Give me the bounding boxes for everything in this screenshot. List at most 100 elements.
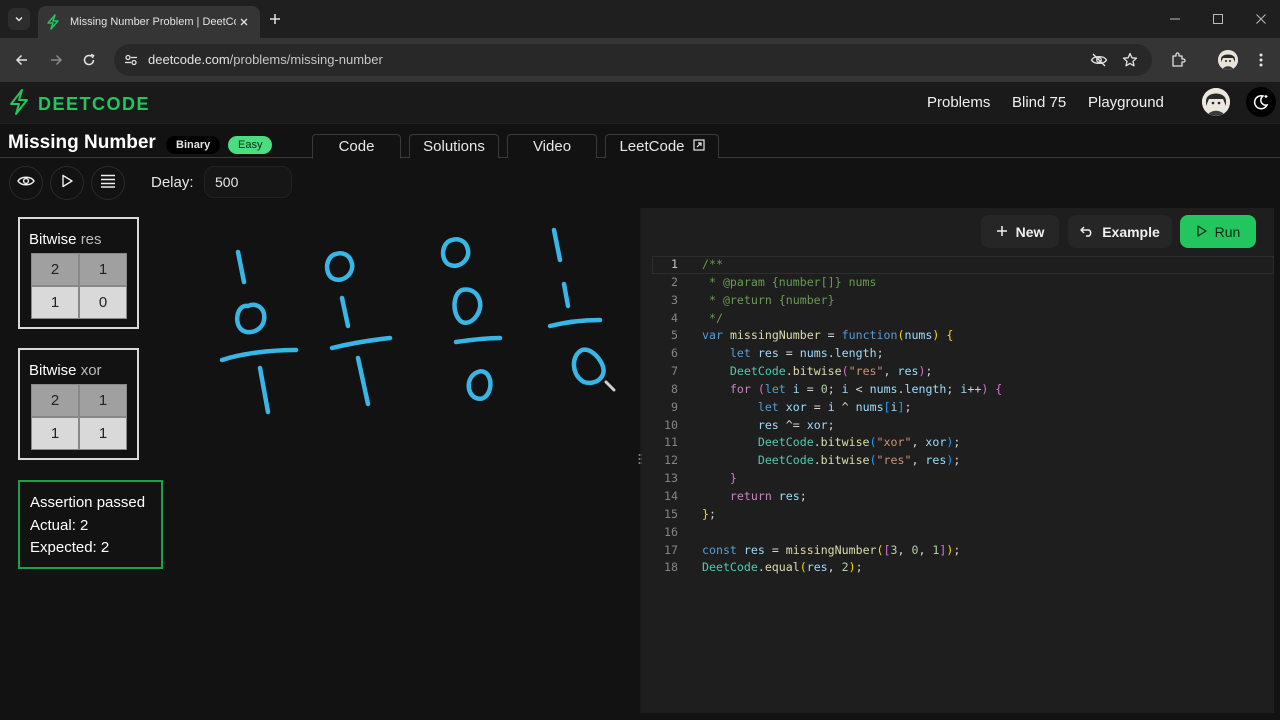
new-tab-icon[interactable] bbox=[266, 10, 284, 28]
line-number: 16 bbox=[664, 524, 678, 539]
code-token: ; bbox=[855, 560, 863, 575]
code-token: ; bbox=[827, 381, 842, 396]
nav-link-problems[interactable]: Problems bbox=[927, 94, 990, 111]
line-number: 3 bbox=[671, 292, 678, 307]
browser-tab[interactable]: Missing Number Problem | DeetCode bbox=[38, 6, 260, 38]
line-number: 4 bbox=[671, 310, 678, 325]
bolt-icon bbox=[46, 14, 62, 30]
tab-search-icon[interactable] bbox=[8, 8, 30, 30]
code-token: = bbox=[806, 399, 828, 414]
plus-icon bbox=[996, 224, 1008, 240]
site-info-icon[interactable] bbox=[122, 51, 140, 69]
bit-cell: 2 bbox=[31, 253, 79, 286]
minimize-icon[interactable] bbox=[1166, 10, 1184, 28]
code-line: 7 DeetCode. bitwise("res", res); bbox=[652, 363, 1002, 381]
code-token: "res" bbox=[848, 364, 884, 379]
new-button[interactable]: New bbox=[981, 215, 1059, 248]
bit-cell: 1 bbox=[79, 417, 127, 450]
code-token: ; bbox=[708, 506, 716, 521]
code-line: 17 const res = missingNumber([3, 0, 1]); bbox=[652, 542, 1002, 560]
forward-icon[interactable] bbox=[45, 49, 67, 71]
line-number: 6 bbox=[671, 346, 678, 361]
code-token: xor bbox=[785, 399, 807, 414]
code-token: i bbox=[792, 381, 800, 396]
tab-title: Missing Number Problem | DeetCode bbox=[70, 16, 236, 28]
more-menu-icon[interactable] bbox=[1250, 49, 1272, 71]
code-token: , bbox=[827, 560, 842, 575]
code-token: ; bbox=[904, 399, 912, 414]
example-button[interactable]: Example bbox=[1068, 215, 1172, 248]
undo-icon bbox=[1080, 224, 1094, 240]
bitwise-card-res: Bitwise res 2 1 1 0 bbox=[18, 217, 139, 329]
close-icon[interactable] bbox=[236, 14, 252, 30]
line-number: 11 bbox=[664, 435, 678, 450]
difficulty-badge: Easy bbox=[228, 136, 273, 154]
code-token: bitwise bbox=[792, 364, 842, 379]
code-token: ) bbox=[848, 560, 856, 575]
nav-link-blind-75[interactable]: Blind 75 bbox=[1012, 94, 1066, 111]
code-token: res bbox=[897, 364, 919, 379]
reload-icon[interactable] bbox=[78, 49, 100, 71]
window-close-icon[interactable] bbox=[1252, 10, 1270, 28]
run-button[interactable]: Run bbox=[1180, 215, 1256, 248]
code-token: "xor" bbox=[876, 435, 912, 450]
delay-input[interactable] bbox=[204, 166, 292, 198]
tab-solutions[interactable]: Solutions bbox=[409, 134, 499, 158]
assertion-expected: Expected: 2 bbox=[30, 539, 110, 556]
tab-leetcode[interactable]: LeetCode bbox=[605, 134, 719, 158]
visibility-toggle-button[interactable] bbox=[9, 166, 43, 200]
line-number: 5 bbox=[671, 328, 678, 343]
bit-cell: 1 bbox=[79, 384, 127, 417]
code-token: 1 bbox=[932, 542, 940, 557]
code-token: , bbox=[883, 364, 898, 379]
code-token: } bbox=[702, 506, 709, 521]
example-button-label: Example bbox=[1102, 223, 1160, 240]
code-token: . bbox=[785, 364, 793, 379]
code-token: * @param {number[]} nums bbox=[702, 274, 877, 289]
star-icon[interactable] bbox=[1121, 51, 1139, 69]
code-token: ; bbox=[876, 346, 884, 361]
assertion-card: Assertion passed Actual: 2 Expected: 2 bbox=[18, 480, 163, 569]
tab-code[interactable]: Code bbox=[312, 134, 401, 159]
extensions-icon[interactable] bbox=[1167, 49, 1189, 71]
code-token: for bbox=[729, 381, 751, 396]
tag-badge[interactable]: Binary bbox=[166, 136, 221, 154]
eye-off-icon[interactable] bbox=[1090, 51, 1108, 69]
bitwise-card-title: Bitwise xor bbox=[29, 362, 102, 379]
site-logo[interactable]: DEETCODE bbox=[8, 88, 150, 121]
code-token: DeetCode bbox=[702, 560, 758, 575]
code-token: function bbox=[841, 328, 898, 343]
play-button[interactable] bbox=[50, 166, 84, 200]
assertion-actual: Actual: 2 bbox=[30, 516, 89, 534]
line-number: 2 bbox=[671, 274, 678, 289]
code-token: 0 bbox=[911, 542, 919, 557]
code-editor[interactable]: 1 /** 2 * @param {number[]} nums 3 * @ret… bbox=[652, 256, 1002, 577]
logo-text: DEETCODE bbox=[38, 94, 151, 114]
theme-toggle-icon[interactable] bbox=[1246, 87, 1276, 117]
url-input[interactable]: deetcode.com/problems/missing-number bbox=[114, 44, 1152, 76]
user-avatar[interactable] bbox=[1202, 88, 1230, 116]
line-number: 7 bbox=[671, 364, 678, 379]
tab-video[interactable]: Video bbox=[507, 134, 597, 158]
code-token: res bbox=[743, 542, 765, 557]
line-number: 17 bbox=[664, 542, 678, 557]
back-icon[interactable] bbox=[11, 49, 33, 71]
nav-link-playground[interactable]: Playground bbox=[1088, 94, 1164, 111]
menu-button[interactable] bbox=[91, 166, 125, 200]
maximize-icon[interactable] bbox=[1209, 10, 1227, 28]
line-number: 14 bbox=[664, 488, 678, 503]
bit-cell: 1 bbox=[79, 253, 127, 286]
code-token: i bbox=[960, 381, 968, 396]
code-token: res bbox=[757, 417, 779, 432]
code-token: let bbox=[764, 381, 786, 396]
profile-avatar-icon[interactable] bbox=[1217, 49, 1239, 71]
code-token: ] bbox=[939, 542, 947, 557]
